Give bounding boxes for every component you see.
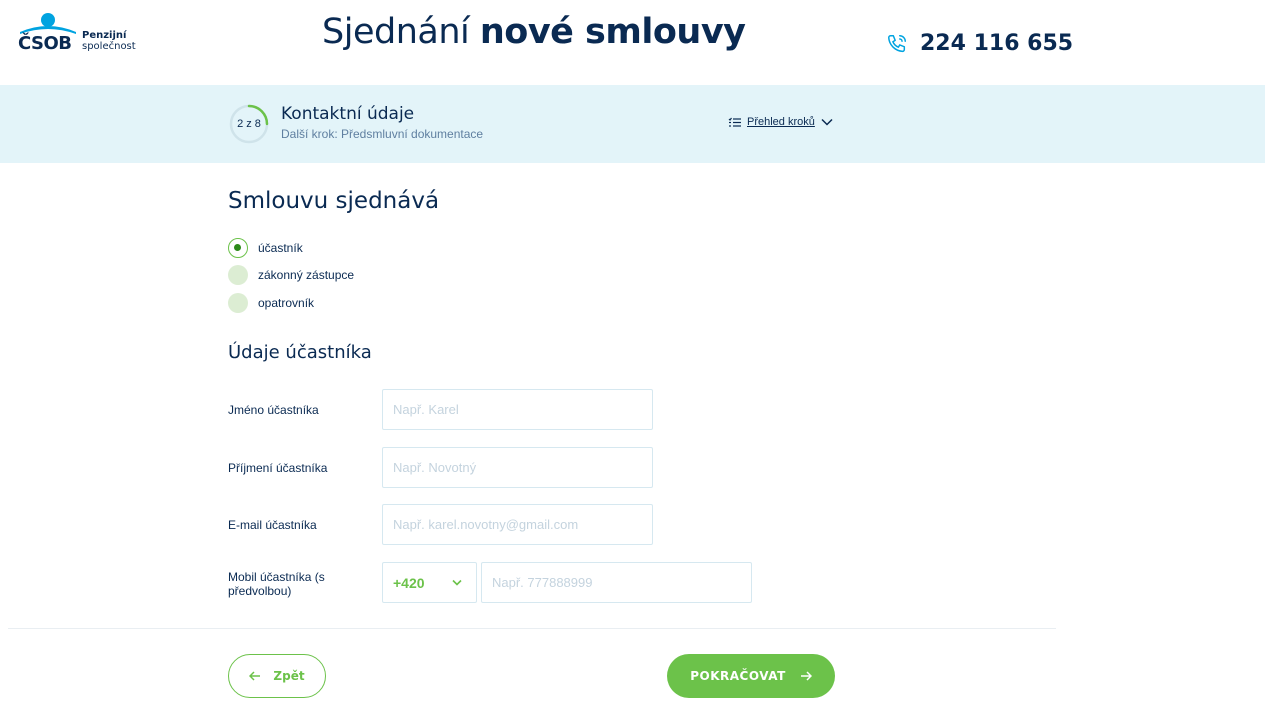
page-title: Sjednání nové smlouvy — [322, 12, 746, 52]
page-title-bold: nové smlouvy — [479, 12, 746, 52]
logo-sub-line1: Penzijní — [82, 30, 127, 41]
back-button-label: Zpět — [273, 669, 305, 683]
header: ČSOB Penzijní společnost Sjednání nové s… — [0, 0, 1265, 85]
phone-prefix-value: +420 — [393, 574, 425, 591]
arrow-right-icon — [800, 671, 812, 681]
radio-zakonny-zastupce[interactable]: zákonný zástupce — [228, 265, 354, 285]
chevron-down-icon — [452, 579, 462, 586]
details-title: Údaje účastníka — [228, 342, 372, 363]
email-input[interactable] — [382, 504, 653, 545]
csob-logo[interactable]: ČSOB Penzijní společnost — [18, 12, 148, 54]
next-step-text: Další krok: Předsmluvní dokumentace — [281, 127, 484, 141]
last-name-input[interactable] — [382, 447, 653, 488]
phone-icon — [888, 34, 906, 52]
step-title: Kontaktní údaje — [281, 104, 415, 124]
continue-button-label: POKRAČOVAT — [690, 669, 786, 683]
phone-number: 224 116 655 — [920, 31, 1074, 56]
section-title: Smlouvu sjednává — [228, 188, 440, 214]
first-name-input[interactable] — [382, 389, 653, 430]
radio-button-selected[interactable] — [228, 238, 248, 258]
radio-label: opatrovník — [258, 296, 315, 310]
first-name-label: Jméno účastníka — [228, 403, 319, 417]
radio-button[interactable] — [228, 265, 248, 285]
mobile-label: Mobil účastníka (s předvolbou) — [228, 570, 325, 598]
last-name-label: Příjmení účastníka — [228, 461, 328, 475]
continue-button[interactable]: POKRAČOVAT — [667, 654, 835, 698]
chevron-down-icon — [821, 118, 833, 126]
radio-ucastnik[interactable]: účastník — [228, 238, 303, 258]
step-progress-bar: 2 z 8 Kontaktní údaje Další krok: Předsm… — [0, 85, 1265, 163]
radio-opatrovnik[interactable]: opatrovník — [228, 293, 314, 313]
progress-label: 2 z 8 — [237, 118, 261, 130]
email-label: E-mail účastníka — [228, 518, 317, 532]
logo-brand-text: ČSOB — [18, 33, 72, 54]
page-title-regular: Sjednání — [322, 12, 480, 52]
phone-prefix-select[interactable]: +420 — [382, 562, 477, 603]
radio-label: zákonný zástupce — [258, 268, 355, 282]
radio-label: účastník — [258, 241, 303, 255]
back-button[interactable]: Zpět — [228, 654, 326, 698]
steps-overview-toggle[interactable]: Přehled kroků — [728, 116, 833, 128]
divider — [8, 628, 1056, 629]
logo-subtitle: Penzijní společnost — [82, 30, 136, 52]
step-progress-indicator: 2 z 8 — [228, 103, 270, 145]
arrow-left-icon — [249, 671, 261, 681]
phone-contact[interactable]: 224 116 655 — [886, 31, 1073, 56]
checklist-icon — [728, 117, 741, 127]
radio-button[interactable] — [228, 293, 248, 313]
logo-sub-line2: společnost — [82, 41, 136, 52]
mobile-input[interactable] — [481, 562, 752, 603]
steps-overview-label: Přehled kroků — [747, 116, 815, 128]
